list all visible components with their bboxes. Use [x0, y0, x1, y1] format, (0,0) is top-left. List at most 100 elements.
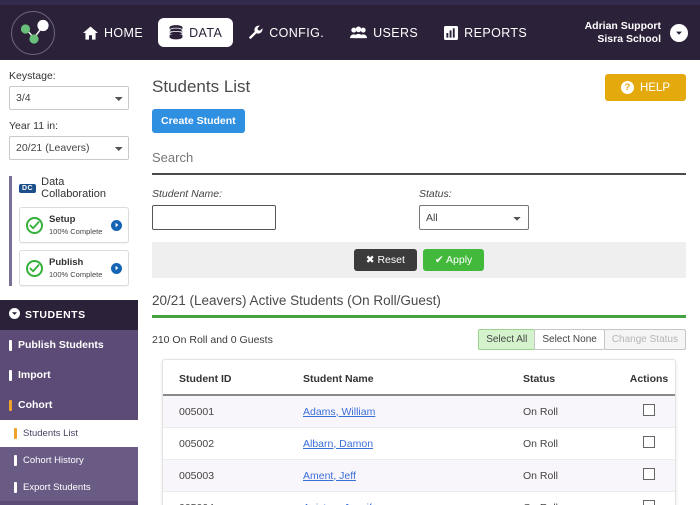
cell-status: On Roll [523, 427, 623, 460]
page-shell: Keystage: 3/4 Year 11 in: 20/21 (Leavers… [0, 60, 700, 505]
row-checkbox[interactable] [643, 436, 655, 448]
student-name-link[interactable]: Aniston, Jennifer [303, 502, 381, 505]
item-bar [9, 399, 12, 411]
dc-card-publish[interactable]: Publish 100% Complete [19, 250, 129, 286]
status-select[interactable]: All [419, 205, 529, 230]
sidebar-subitem-label: Export Students [23, 482, 91, 493]
year-select[interactable]: 20/21 (Leavers) [9, 136, 129, 160]
wrench-icon [248, 25, 263, 40]
collapse-circle-icon [9, 308, 20, 322]
column-student-id: Student ID [163, 360, 303, 396]
table-row: 005002 Albarn, Damon On Roll [163, 427, 675, 460]
sidebar-section-students[interactable]: STUDENTS [0, 300, 138, 330]
reset-button[interactable]: ✖ Reset [353, 249, 417, 271]
sidebar-submenu-cohort: Students List Cohort History Export Stud… [0, 420, 138, 501]
table-row: 005003 Ament, Jeff On Roll [163, 459, 675, 492]
nav-label-home: HOME [104, 25, 144, 40]
check-circle-icon [26, 259, 43, 277]
logo[interactable] [0, 10, 66, 55]
cell-student-id: 005002 [163, 427, 303, 460]
select-none-button[interactable]: Select None [534, 329, 605, 350]
nav-item-home[interactable]: HOME [72, 19, 154, 47]
create-student-button[interactable]: Create Student [152, 109, 245, 133]
sidebar-item-import[interactable]: Import [0, 360, 138, 390]
keystage-select[interactable]: 3/4 [9, 86, 129, 110]
row-checkbox[interactable] [643, 404, 655, 416]
data-collaboration-block: DC Data Collaboration Setup 100% Complet… [9, 176, 129, 286]
sidebar-item-cohort[interactable]: Cohort [0, 390, 138, 420]
sidebar: Keystage: 3/4 Year 11 in: 20/21 (Leavers… [0, 60, 138, 505]
check-circle-icon [26, 216, 43, 234]
main-nav: HOME DATA CONFIG. USERS REPORTS [72, 18, 538, 47]
column-student-name: Student Name [303, 360, 523, 396]
sidebar-item-students-list[interactable]: Students List [0, 420, 138, 447]
row-checkbox[interactable] [643, 500, 655, 505]
nav-item-config[interactable]: CONFIG. [237, 18, 335, 47]
year-label: Year 11 in: [9, 120, 59, 132]
help-button[interactable]: ? HELP [604, 74, 686, 101]
change-status-button: Change Status [603, 329, 686, 350]
dc-title: Data Collaboration [41, 176, 106, 200]
sidebar-subitem-label: Cohort History [23, 455, 84, 466]
table-row: 005004 Aniston, Jennifer On Roll [163, 491, 675, 505]
cell-status: On Roll [523, 491, 623, 505]
item-bar [14, 428, 17, 439]
reset-label: Reset [377, 254, 405, 266]
sidebar-item-export-students[interactable]: Export Students [0, 474, 138, 501]
arrow-right-icon[interactable] [111, 219, 122, 231]
sidebar-item-publish-students[interactable]: Publish Students [0, 330, 138, 360]
arrow-right-icon[interactable] [111, 262, 122, 274]
student-name-input[interactable] [152, 205, 276, 230]
cell-status: On Roll [523, 395, 623, 428]
dc-setup-title: Setup [49, 214, 76, 225]
search-divider [152, 173, 686, 175]
item-bar [9, 339, 12, 351]
select-all-button[interactable]: Select All [478, 329, 536, 350]
nav-label-reports: REPORTS [464, 25, 528, 40]
sidebar-item-cohort-history[interactable]: Cohort History [0, 447, 138, 474]
cell-student-id: 005003 [163, 459, 303, 492]
user-name: Adrian Support [584, 19, 661, 32]
results-divider [152, 315, 686, 318]
apply-button[interactable]: ✔ Apply [422, 249, 485, 271]
user-menu[interactable]: Adrian Support Sisra School [585, 5, 688, 60]
table-row: 005001 Adams, William On Roll [163, 395, 675, 428]
help-label: HELP [639, 81, 670, 94]
student-name-link[interactable]: Ament, Jeff [303, 470, 356, 482]
table-toolbar: 210 On Roll and 0 Guests Select All Sele… [152, 329, 686, 350]
main-content: Students List ? HELP Create Student Sear… [138, 60, 700, 505]
column-actions: Actions [623, 360, 675, 396]
cell-status: On Roll [523, 459, 623, 492]
sidebar-item-classes[interactable]: Classes [0, 501, 138, 505]
nav-item-reports[interactable]: REPORTS [433, 19, 538, 47]
sidebar-item-label: Publish Students [18, 339, 104, 351]
nav-label-users: USERS [373, 25, 419, 40]
network-logo [11, 10, 55, 55]
users-icon [350, 26, 368, 39]
nav-label-data: DATA [189, 25, 223, 40]
chart-bar-icon [444, 25, 459, 40]
sidebar-item-label: Cohort [18, 399, 53, 411]
filter-row: Student Name: Status: All [152, 188, 686, 230]
results-section-title: 20/21 (Leavers) Active Students (On Roll… [152, 293, 441, 308]
dc-publish-title: Publish [49, 257, 84, 268]
dc-setup-sub: 100% Complete [49, 227, 103, 236]
sidebar-subitem-label: Students List [23, 428, 78, 439]
dc-card-setup[interactable]: Setup 100% Complete [19, 207, 129, 243]
student-name-link[interactable]: Albarn, Damon [303, 438, 373, 450]
close-icon: ✖ [365, 254, 375, 266]
nav-item-users[interactable]: USERS [339, 19, 429, 47]
keystage-label: Keystage: [9, 70, 56, 82]
item-bar [14, 455, 17, 466]
nav-item-data[interactable]: DATA [158, 18, 234, 47]
filter-action-bar: ✖ Reset ✔ Apply [152, 242, 686, 278]
item-bar [14, 482, 17, 493]
user-school: Sisra School [597, 32, 661, 45]
student-name-label: Student Name: [152, 188, 223, 200]
chevron-down-icon[interactable] [670, 23, 688, 42]
sidebar-section-label: STUDENTS [25, 309, 86, 321]
sidebar-item-label: Import [18, 369, 51, 381]
search-heading: Search [152, 150, 194, 165]
student-name-link[interactable]: Adams, William [303, 406, 375, 418]
row-checkbox[interactable] [643, 468, 655, 480]
